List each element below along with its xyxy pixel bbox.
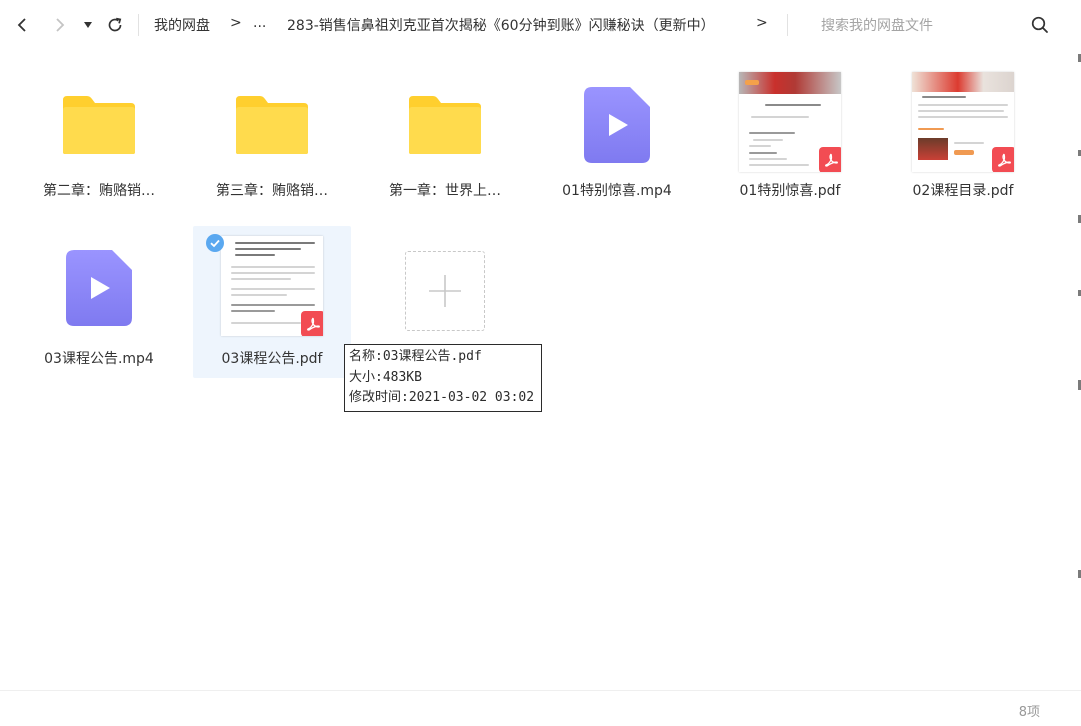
breadcrumb-separator: >	[230, 15, 242, 31]
breadcrumb-trailing-separator[interactable]: >	[756, 15, 768, 31]
search-input[interactable]	[819, 15, 1013, 37]
status-bar: 8项	[0, 690, 1081, 726]
pdf-thumbnail	[221, 236, 323, 336]
file-name: 第一章：世界上…	[389, 183, 501, 199]
chevron-right-icon	[56, 18, 65, 32]
file-tooltip: 名称:03课程公告.pdf 大小:483KB 修改时间:2021-03-02 0…	[344, 344, 542, 412]
video-file-icon	[584, 87, 650, 163]
tooltip-name: 名称:03课程公告.pdf	[349, 349, 482, 364]
file-name: 03课程公告.pdf	[221, 351, 323, 367]
file-item[interactable]: 第二章：贿赂销…	[20, 58, 178, 210]
file-name: 03课程公告.mp4	[44, 351, 154, 367]
video-file-icon	[66, 250, 132, 326]
breadcrumb-current[interactable]: 283-销售信鼻祖刘克亚首次揭秘《60分钟到账》闪赚秘诀（更新中）	[287, 15, 715, 35]
pdf-icon	[992, 147, 1014, 172]
add-file-button[interactable]	[405, 251, 485, 331]
file-item-selected[interactable]: 03课程公告.pdf	[193, 226, 351, 378]
file-name: 01特别惊喜.pdf	[739, 183, 841, 199]
file-item[interactable]: 第一章：世界上…	[366, 58, 524, 210]
breadcrumb-root[interactable]: 我的网盘	[154, 15, 210, 35]
pdf-thumbnail	[739, 72, 841, 172]
check-icon[interactable]	[206, 234, 224, 252]
pdf-thumbnail	[912, 72, 1014, 172]
item-count: 8项	[1018, 705, 1040, 720]
pdf-icon	[301, 311, 323, 336]
breadcrumb-ellipsis[interactable]: ...	[253, 15, 266, 31]
plus-icon	[429, 275, 461, 307]
search-box	[804, 10, 1064, 40]
search-icon[interactable]	[1030, 15, 1050, 35]
chevron-left-icon	[17, 18, 26, 32]
file-item[interactable]: 03课程公告.mp4	[20, 226, 178, 378]
caret-down-icon	[84, 22, 92, 28]
refresh-button[interactable]	[103, 12, 127, 38]
forward-button[interactable]	[48, 12, 72, 38]
tooltip-modified: 修改时间:2021-03-02 03:02	[349, 390, 535, 405]
file-item[interactable]: 02课程目录.pdf	[884, 58, 1042, 210]
file-name: 02课程目录.pdf	[912, 183, 1014, 199]
file-name: 第三章：贿赂销…	[216, 183, 328, 199]
history-dropdown-button[interactable]	[78, 12, 98, 38]
back-button[interactable]	[10, 12, 34, 38]
folder-icon	[63, 96, 135, 154]
folder-icon	[236, 96, 308, 154]
file-name: 01特别惊喜.mp4	[562, 183, 672, 199]
folder-icon	[409, 96, 481, 154]
pdf-icon	[819, 147, 841, 172]
file-item[interactable]: 01特别惊喜.pdf	[711, 58, 869, 210]
file-item[interactable]: 第三章：贿赂销…	[193, 58, 351, 210]
refresh-icon	[108, 17, 122, 32]
toolbar-divider	[138, 14, 139, 36]
tooltip-size: 大小:483KB	[349, 369, 422, 385]
toolbar: 我的网盘 > ... 283-销售信鼻祖刘克亚首次揭秘《60分钟到账》闪赚秘诀（…	[0, 0, 1081, 50]
file-item[interactable]: 01特别惊喜.mp4	[538, 58, 696, 210]
file-name: 第二章：贿赂销…	[43, 183, 155, 199]
toolbar-divider	[787, 14, 788, 36]
